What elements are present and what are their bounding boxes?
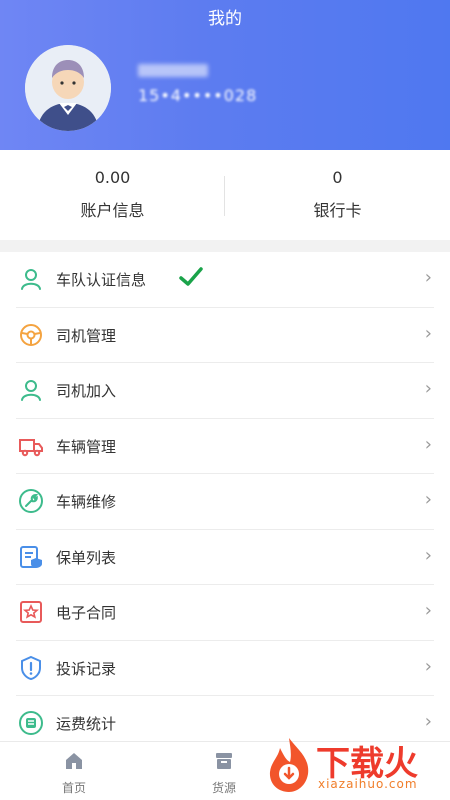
tab-cargo[interactable]: 货源 xyxy=(194,750,254,796)
menu-item-label: 投诉记录 xyxy=(56,659,117,678)
shield-alert-icon xyxy=(21,655,41,680)
profile-header: 我的 15•4••••028 xyxy=(0,0,450,150)
page-title: 我的 xyxy=(208,9,242,29)
cargo-box-icon xyxy=(216,753,232,769)
account-info-label: 账户信息 xyxy=(80,201,145,220)
watermark: 下载火 xiazaihuo.com xyxy=(264,736,444,796)
bank-card-label: 银行卡 xyxy=(313,201,362,220)
wrench-icon xyxy=(19,489,43,513)
menu-item-complaint-records[interactable]: 投诉记录 › xyxy=(16,641,434,696)
menu-item-policy-list[interactable]: 保单列表 › xyxy=(16,530,434,585)
bank-card-stat[interactable]: 0 银行卡 xyxy=(225,168,450,221)
home-icon xyxy=(66,753,82,769)
flame-logo-icon xyxy=(269,738,309,792)
chevron-right-icon: › xyxy=(424,378,432,399)
menu-item-label: 保单列表 xyxy=(56,548,117,567)
avatar-icon xyxy=(25,45,111,131)
chevron-right-icon: › xyxy=(424,655,432,677)
menu-item-label: 车队认证信息 xyxy=(56,271,147,289)
truck-icon xyxy=(19,438,43,456)
chevron-right-icon: › xyxy=(424,267,432,288)
contract-icon xyxy=(20,601,42,623)
menu-item-label: 司机加入 xyxy=(56,382,117,400)
tab-home[interactable]: 首页 xyxy=(44,750,104,796)
chevron-right-icon: › xyxy=(424,544,432,566)
chevron-right-icon: › xyxy=(424,711,432,732)
menu-list: 车队认证信息 › 司机管理 › 司机加入 › 车辆管理 › 车辆维修 › 保单列… xyxy=(0,252,450,751)
policy-list-icon xyxy=(20,545,42,568)
menu-item-label: 电子合同 xyxy=(56,604,117,622)
freight-stats-icon xyxy=(19,711,43,735)
menu-item-vehicle-management[interactable]: 车辆管理 › xyxy=(16,419,434,474)
verified-check-icon xyxy=(179,267,203,286)
menu-item-label: 车辆维修 xyxy=(56,493,117,511)
menu-item-driver-management[interactable]: 司机管理 › xyxy=(16,308,434,363)
menu-item-driver-join[interactable]: 司机加入 › xyxy=(16,363,434,419)
person-icon xyxy=(21,380,41,401)
bank-card-count: 0 xyxy=(332,168,343,187)
chevron-right-icon: › xyxy=(424,433,432,455)
menu-item-label: 司机管理 xyxy=(56,326,117,345)
menu-item-e-contract[interactable]: 电子合同 › xyxy=(16,585,434,641)
account-info-stat[interactable]: 0.00 账户信息 xyxy=(0,168,225,221)
menu-item-fleet-certification[interactable]: 车队认证信息 › xyxy=(16,252,434,308)
avatar[interactable] xyxy=(25,45,111,131)
menu-item-vehicle-repair[interactable]: 车辆维修 › xyxy=(16,474,434,530)
phone-number: 15•4••••028 xyxy=(138,86,258,105)
watermark-url: xiazaihuo.com xyxy=(318,777,418,791)
user-name-masked xyxy=(138,64,208,77)
person-icon xyxy=(21,269,41,290)
menu-item-label: 运费统计 xyxy=(56,715,117,733)
chevron-right-icon: › xyxy=(424,322,432,344)
account-balance-value: 0.00 xyxy=(94,168,131,187)
section-gap xyxy=(0,240,450,252)
menu-item-label: 车辆管理 xyxy=(56,437,117,456)
stats-panel: 0.00 账户信息 0 银行卡 xyxy=(0,150,450,240)
tab-cargo-label: 货源 xyxy=(211,781,236,795)
steering-wheel-icon xyxy=(20,323,42,346)
chevron-right-icon: › xyxy=(424,600,432,621)
chevron-right-icon: › xyxy=(424,489,432,510)
tab-home-label: 首页 xyxy=(61,781,86,795)
